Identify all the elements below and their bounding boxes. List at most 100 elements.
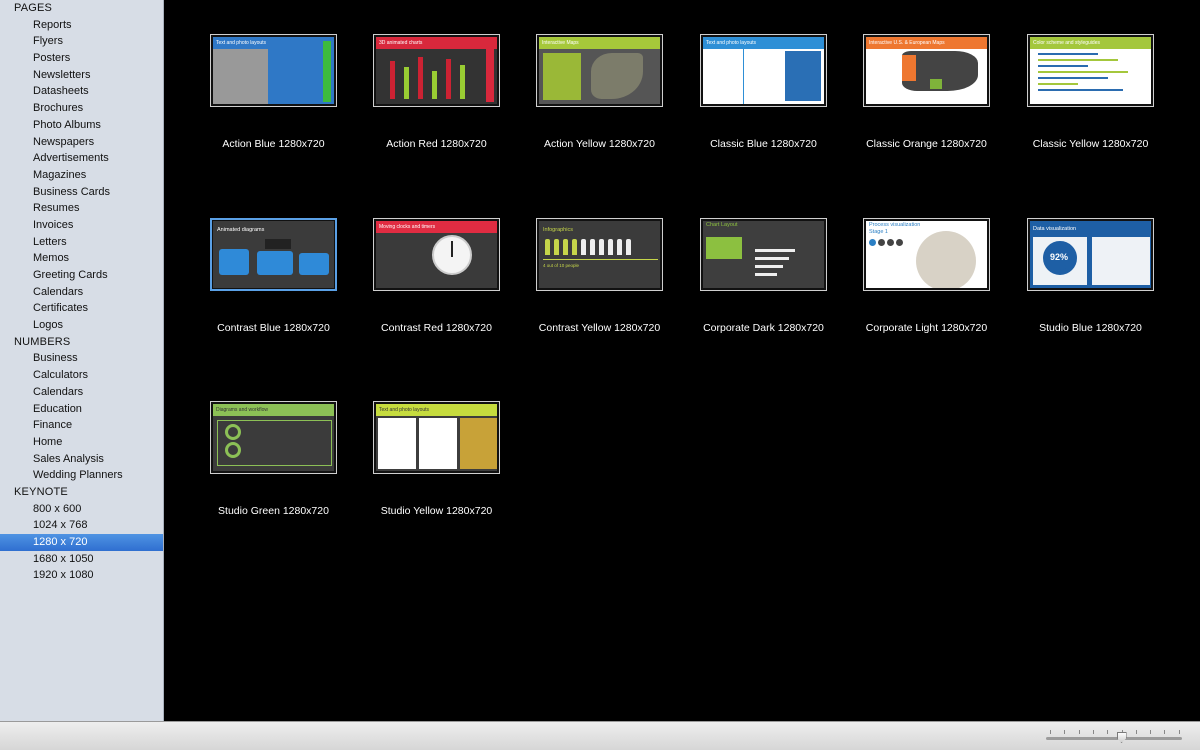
slider-tick <box>1178 730 1180 734</box>
sidebar-item-education[interactable]: Education <box>0 401 163 418</box>
thumb-title: Animated diagrams <box>217 227 265 233</box>
sidebar-item-resumes[interactable]: Resumes <box>0 200 163 217</box>
thumb-title: Interactive Maps <box>539 37 660 49</box>
sidebar-item-magazines[interactable]: Magazines <box>0 167 163 184</box>
slider-knob[interactable] <box>1116 732 1127 743</box>
thumbnail-preview: Color scheme and styleguides <box>1030 37 1151 104</box>
thumbnail-preview: Interactive U.S. & European Maps <box>866 37 987 104</box>
sidebar-item-flyers[interactable]: Flyers <box>0 33 163 50</box>
sidebar-item-business[interactable]: Business <box>0 350 163 367</box>
sidebar-item-calendars[interactable]: Calendars <box>0 384 163 401</box>
sidebar-item-1024-x-768[interactable]: 1024 x 768 <box>0 517 163 534</box>
thumb-title: Diagrams and workflow <box>213 404 334 416</box>
thumb-title: 3D animated charts <box>376 37 497 49</box>
category-list: PAGES Reports Flyers Posters Newsletters Data… <box>0 0 163 584</box>
sidebar-item-certificates[interactable]: Certificates <box>0 300 163 317</box>
thumb-title: Text and photo layouts <box>376 404 497 416</box>
template-thumbnail[interactable]: Interactive U.S. & European Maps <box>863 34 990 107</box>
template-action-yellow-1280x720[interactable]: Interactive Maps Action Yellow 1280x720 <box>491 0 663 150</box>
sidebar-section-pages: PAGES <box>14 2 53 14</box>
sidebar-item-advertisements[interactable]: Advertisements <box>0 150 163 167</box>
template-thumbnail[interactable]: Interactive Maps <box>536 34 663 107</box>
template-thumbnail[interactable]: Process visualization Stage 1 <box>863 218 990 291</box>
template-contrast-blue-1280x720[interactable]: Animated diagrams Contrast Blue 1280x720 <box>165 184 337 334</box>
thumb-title: Process visualization <box>869 222 921 228</box>
thumbnail-preview: Animated diagrams <box>213 221 334 288</box>
template-thumbnail[interactable]: 3D animated charts <box>373 34 500 107</box>
sidebar-item-logos[interactable]: Logos <box>0 317 163 334</box>
sidebar-item-sales-analysis[interactable]: Sales Analysis <box>0 451 163 468</box>
sidebar-item-800-x-600[interactable]: 800 x 600 <box>0 501 163 518</box>
thumbnail-preview: Text and photo layouts <box>703 37 824 104</box>
template-action-red-1280x720[interactable]: 3D animated charts Action Red 1280x720 <box>328 0 500 150</box>
sidebar-item-wedding-planners[interactable]: Wedding Planners <box>0 467 163 484</box>
template-classic-blue-1280x720[interactable]: Text and photo layouts Classic Blue 1280… <box>655 0 827 150</box>
template-thumbnail[interactable]: Data visualization 92% <box>1027 218 1154 291</box>
slider-tick <box>1135 730 1137 734</box>
template-classic-yellow-1280x720[interactable]: Color scheme and styleguides Classic Yel… <box>982 0 1154 150</box>
thumbnail-preview: Process visualization Stage 1 <box>866 221 987 288</box>
sidebar-item-newsletters[interactable]: Newsletters <box>0 67 163 84</box>
thumbnail-preview: Data visualization 92% <box>1030 221 1151 288</box>
thumb-title: Data visualization <box>1033 226 1077 232</box>
template-thumbnail[interactable]: Animated diagrams <box>210 218 337 291</box>
sidebar-item-memos[interactable]: Memos <box>0 250 163 267</box>
thumb-stage: Stage 1 <box>869 229 888 235</box>
thumb-title: Infographics <box>543 227 573 233</box>
template-action-blue-1280x720[interactable]: Text and photo layouts Action Blue 1280x… <box>165 0 337 150</box>
sidebar-item-datasheets[interactable]: Datasheets <box>0 83 163 100</box>
slider-track <box>1046 737 1182 740</box>
thumbnail-preview: 3D animated charts <box>376 37 497 104</box>
slider-tick <box>1164 730 1166 734</box>
slider-tick <box>1078 730 1080 734</box>
template-studio-yellow-1280x720[interactable]: Text and photo layouts Studio Yellow 128… <box>328 367 500 517</box>
template-thumbnail[interactable]: Chart Layout <box>700 218 827 291</box>
thumbnail-size-slider[interactable] <box>1046 728 1182 744</box>
template-chooser-grid: Text and photo layouts Action Blue 1280x… <box>165 0 1200 721</box>
sidebar-item-posters[interactable]: Posters <box>0 50 163 67</box>
sidebar-item-calculators[interactable]: Calculators <box>0 367 163 384</box>
slider-tick <box>1150 730 1152 734</box>
template-corporate-dark-1280x720[interactable]: Chart Layout Corporate Dark 1280x720 <box>655 184 827 334</box>
sidebar-item-greeting-cards[interactable]: Greeting Cards <box>0 267 163 284</box>
sidebar-item-business-cards[interactable]: Business Cards <box>0 184 163 201</box>
sidebar-item-1280-x-720[interactable]: 1280 x 720 <box>0 534 163 551</box>
sidebar-item-brochures[interactable]: Brochures <box>0 100 163 117</box>
template-contrast-yellow-1280x720[interactable]: Infographics 4 out of 10 people Contrast… <box>491 184 663 334</box>
template-contrast-red-1280x720[interactable]: Moving clocks and timers Contrast Red 12… <box>328 184 500 334</box>
template-thumbnail[interactable]: Color scheme and styleguides <box>1027 34 1154 107</box>
thumb-caption: 4 out of 10 people <box>543 263 580 268</box>
sidebar-item-photo-albums[interactable]: Photo Albums <box>0 117 163 134</box>
thumb-title: Interactive U.S. & European Maps <box>866 37 987 49</box>
thumb-title: Color scheme and styleguides <box>1030 37 1151 49</box>
sidebar-section-numbers: NUMBERS <box>14 335 71 348</box>
sidebar-item-1680-x-1050[interactable]: 1680 x 1050 <box>0 551 163 568</box>
template-classic-orange-1280x720[interactable]: Interactive U.S. & European Maps Classic… <box>818 0 990 150</box>
template-label: Classic Yellow 1280x720 <box>1032 138 1149 150</box>
sidebar-item-finance[interactable]: Finance <box>0 417 163 434</box>
template-studio-green-1280x720[interactable]: Diagrams and workflow Studio Green 1280x… <box>165 367 337 517</box>
thumbnail-preview: Diagrams and workflow <box>213 404 334 471</box>
template-thumbnail[interactable]: Moving clocks and timers <box>373 218 500 291</box>
sidebar-item-calendars[interactable]: Calendars <box>0 284 163 301</box>
sidebar-item-invoices[interactable]: Invoices <box>0 217 163 234</box>
template-label: Studio Yellow 1280x720 <box>380 505 493 517</box>
thumb-title: Text and photo layouts <box>213 37 334 49</box>
sidebar-section-keynote: KEYNOTE <box>14 485 68 498</box>
template-thumbnail[interactable]: Text and photo layouts <box>210 34 337 107</box>
thumb-value: 92% <box>1050 252 1069 262</box>
template-thumbnail[interactable]: Text and photo layouts <box>700 34 827 107</box>
template-studio-blue-1280x720[interactable]: Data visualization 92% Studio Blue 1280x… <box>982 184 1154 334</box>
bottom-toolbar <box>0 721 1200 750</box>
template-thumbnail[interactable]: Text and photo layouts <box>373 401 500 474</box>
sidebar-item-1920-x-1080[interactable]: 1920 x 1080 <box>0 567 163 584</box>
sidebar-item-newspapers[interactable]: Newspapers <box>0 134 163 151</box>
thumbnail-preview: Text and photo layouts <box>213 37 334 104</box>
sidebar-item-letters[interactable]: Letters <box>0 234 163 251</box>
sidebar-item-reports[interactable]: Reports <box>0 17 163 34</box>
sidebar-item-home[interactable]: Home <box>0 434 163 451</box>
slider-tick <box>1107 730 1109 734</box>
template-corporate-light-1280x720[interactable]: Process visualization Stage 1 Corporate … <box>818 184 990 334</box>
template-thumbnail[interactable]: Diagrams and workflow <box>210 401 337 474</box>
template-thumbnail[interactable]: Infographics 4 out of 10 people <box>536 218 663 291</box>
